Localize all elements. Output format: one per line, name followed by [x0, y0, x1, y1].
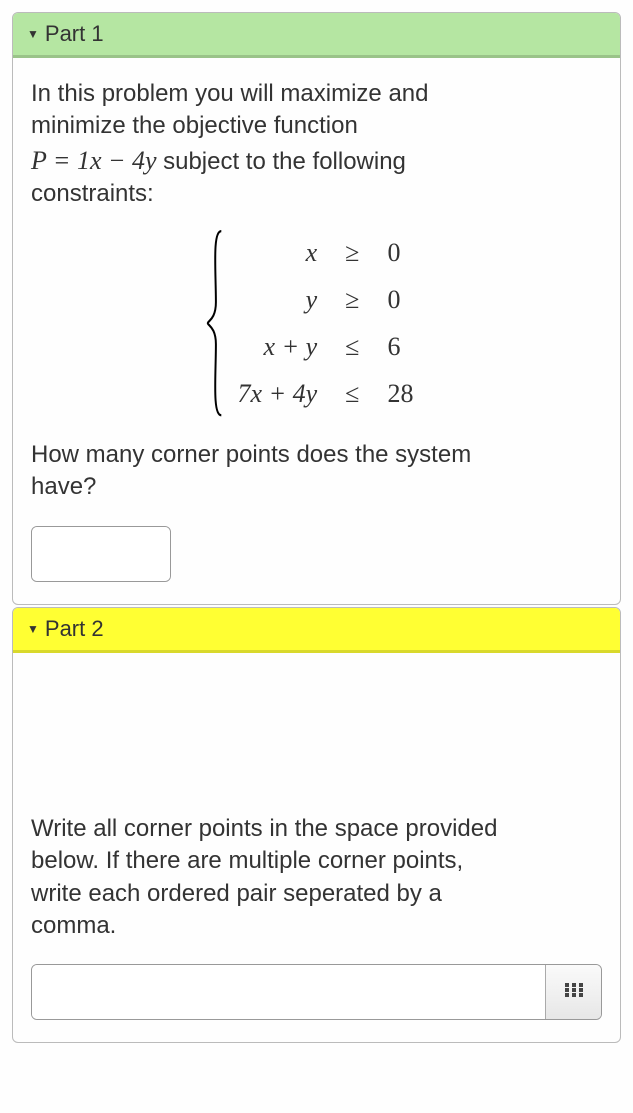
constraint-lhs: x — [224, 229, 332, 276]
constraint-row: x + y ≤ 6 — [224, 323, 428, 370]
question-line-1: How many corner points does the system — [31, 441, 471, 468]
constraint-rhs: 0 — [373, 229, 427, 276]
chevron-down-icon: ▼ — [27, 27, 39, 41]
constraints-system: x ≥ 0 y ≥ 0 x + y ≤ 6 7x + — [31, 229, 602, 417]
part-2-body: Write all corner points in the space pro… — [13, 653, 620, 1043]
prompt-line-2: below. If there are multiple corner poin… — [31, 847, 463, 874]
constraint-row: 7x + 4y ≤ 28 — [224, 370, 428, 417]
constraint-rhs: 0 — [373, 276, 427, 323]
constraint-op: ≥ — [331, 229, 373, 276]
constraint-op: ≤ — [331, 370, 373, 417]
intro-line-4: constraints: — [31, 180, 154, 207]
part-1-panel: ▼ Part 1 In this problem you will maximi… — [12, 12, 621, 605]
intro-text: In this problem you will maximize and mi… — [31, 78, 602, 211]
constraint-row: y ≥ 0 — [224, 276, 428, 323]
part-2-header[interactable]: ▼ Part 2 — [13, 608, 620, 653]
prompt-line-4: comma. — [31, 912, 116, 939]
part-2-answer-input[interactable] — [32, 965, 545, 1019]
intro-line-3: subject to the following — [163, 148, 406, 175]
constraint-lhs: y — [224, 276, 332, 323]
constraint-lhs: x + y — [224, 323, 332, 370]
constraints-table: x ≥ 0 y ≥ 0 x + y ≤ 6 7x + — [224, 229, 428, 417]
objective-function: P = 1x − 4y — [31, 146, 163, 175]
blank-spacer — [31, 673, 602, 813]
constraint-rhs: 6 — [373, 323, 427, 370]
constraint-lhs: 7x + 4y — [224, 370, 332, 417]
question-line-2: have? — [31, 473, 96, 500]
constraint-row: x ≥ 0 — [224, 229, 428, 276]
part-1-body: In this problem you will maximize and mi… — [13, 58, 620, 604]
part-2-prompt: Write all corner points in the space pro… — [31, 813, 602, 943]
keypad-icon — [564, 980, 584, 1004]
intro-line-1: In this problem you will maximize and — [31, 80, 429, 107]
chevron-down-icon: ▼ — [27, 622, 39, 636]
left-brace-icon — [206, 229, 224, 417]
keypad-button[interactable] — [545, 965, 601, 1019]
constraint-rhs: 28 — [373, 370, 427, 417]
part-2-panel: ▼ Part 2 Write all corner points in the … — [12, 607, 621, 1044]
prompt-line-1: Write all corner points in the space pro… — [31, 815, 497, 842]
part-1-question: How many corner points does the system h… — [31, 439, 602, 504]
part-2-title: Part 2 — [45, 616, 104, 642]
part-1-title: Part 1 — [45, 21, 104, 47]
constraint-op: ≥ — [331, 276, 373, 323]
intro-line-2: minimize the objective function — [31, 112, 358, 139]
part-2-answer-group — [31, 964, 602, 1020]
part-1-header[interactable]: ▼ Part 1 — [13, 13, 620, 58]
constraint-op: ≤ — [331, 323, 373, 370]
part-1-answer-input[interactable] — [32, 527, 171, 581]
prompt-line-3: write each ordered pair seperated by a — [31, 880, 442, 907]
part-1-answer-group — [31, 526, 171, 582]
